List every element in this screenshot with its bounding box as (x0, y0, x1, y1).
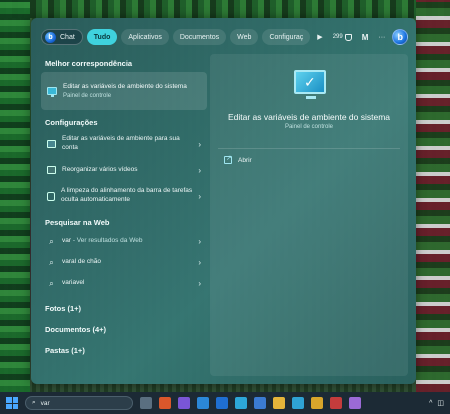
store-icon[interactable] (292, 397, 304, 409)
media-player-icon[interactable] (330, 397, 342, 409)
wallpaper-left (0, 0, 30, 392)
web-item-label: variavel (62, 279, 85, 287)
control-panel-icon (47, 87, 57, 97)
pen-tool-icon[interactable] (216, 397, 228, 409)
filter-aplicativos[interactable]: Aplicativos (121, 29, 169, 45)
search-icon: ⌕ (49, 278, 54, 288)
filter-chat[interactable]: b Chat (41, 29, 83, 45)
web-item-label: var - Ver resultados da Web (62, 237, 143, 245)
network-icon[interactable]: ◫ (437, 399, 444, 407)
search-icon: ⌕ (32, 399, 36, 406)
detail-title: Editar as variáveis de ambiente do siste… (227, 112, 391, 122)
web-item-varal[interactable]: ⌕ varal de chão › (41, 252, 207, 273)
settings-item-label: Reorganizar vários vídeos (62, 165, 138, 173)
search-panel: b Chat Tudo Aplicativos Documentos Web C… (31, 18, 416, 384)
web-heading: Pesquisar na Web (45, 218, 110, 227)
chevron-right-icon[interactable]: › (198, 166, 201, 175)
chevron-right-icon[interactable]: › (198, 237, 201, 246)
filter-chat-label: Chat (60, 33, 75, 41)
app-icon[interactable] (159, 397, 171, 409)
chevron-right-icon[interactable]: › (198, 140, 201, 149)
task-view-icon[interactable] (140, 397, 152, 409)
settings-item-videos[interactable]: Reorganizar vários vídeos › (41, 157, 207, 183)
wallpaper-right (416, 0, 450, 392)
account-initial[interactable]: M (359, 33, 372, 42)
settings-app-icon[interactable] (254, 397, 266, 409)
monitor-icon (47, 140, 56, 148)
wallpaper-top (0, 0, 450, 18)
open-label: Abrir (238, 156, 252, 164)
chevron-right-icon[interactable]: › (198, 258, 201, 267)
chevron-right-icon[interactable]: › (198, 192, 201, 201)
taskbar: ⌕ var ^ ◫ (0, 392, 450, 414)
best-match-subtitle: Painel de controle (63, 92, 112, 99)
settings-heading: Configurações (45, 118, 98, 127)
search-icon: ⌕ (49, 257, 54, 267)
taskbar-icon (47, 191, 55, 201)
filter-documentos[interactable]: Documentos (172, 29, 227, 45)
filter-bar: b Chat Tudo Aplicativos Documentos Web C… (41, 28, 408, 46)
web-item-var[interactable]: ⌕ var - Ver resultados da Web › (41, 231, 207, 252)
taskbar-search-value: var (40, 399, 50, 407)
chevron-right-icon[interactable]: › (198, 279, 201, 288)
windows-start-icon[interactable] (6, 397, 18, 409)
more-icon[interactable]: ··· (375, 34, 388, 41)
teams-icon[interactable] (178, 397, 190, 409)
results-list: Melhor correspondência Editar as variáve… (39, 54, 209, 384)
detail-pane: ✓ Editar as variáveis de ambiente do sis… (210, 54, 408, 376)
control-panel-large-icon: ✓ (294, 70, 326, 94)
trophy-icon (344, 33, 352, 41)
group-fotos[interactable]: Fotos (1+) (45, 304, 209, 313)
points-value: 299 (332, 34, 343, 40)
divider (218, 148, 400, 149)
settings-item-label: A limpeza do alinhamento da barra de tar… (61, 187, 193, 203)
web-item-label: varal de chão (62, 258, 102, 266)
play-more-icon[interactable]: ▶ (314, 33, 325, 41)
detail-subtitle: Painel de controle (284, 124, 334, 130)
bing-icon: b (45, 31, 56, 43)
bing-chat-icon[interactable]: b (392, 29, 408, 45)
best-match-item[interactable]: Editar as variáveis de ambiente do siste… (41, 72, 207, 110)
monitor-stand (306, 96, 316, 99)
group-documentos[interactable]: Documentos (4+) (45, 325, 209, 334)
filter-configuracoes[interactable]: Configuraç (262, 29, 311, 45)
filter-web[interactable]: Web (230, 29, 259, 45)
chrome-icon[interactable] (311, 397, 323, 409)
group-pastas[interactable]: Pastas (1+) (45, 346, 209, 355)
best-match-title: Editar as variáveis de ambiente do siste… (63, 83, 187, 91)
web-item-variavel[interactable]: ⌕ variavel › (41, 273, 207, 294)
system-tray: ^ ◫ (429, 399, 450, 408)
edge-icon[interactable] (235, 397, 247, 409)
chevron-up-icon[interactable]: ^ (429, 400, 432, 407)
settings-item-env-account[interactable]: Editar as variáveis de ambiente para sua… (41, 131, 207, 157)
search-icon: ⌕ (49, 236, 54, 246)
display-icon (47, 166, 56, 174)
open-icon (224, 154, 232, 164)
outlook-icon[interactable] (197, 397, 209, 409)
file-explorer-icon[interactable] (273, 397, 285, 409)
settings-item-label: Editar as variáveis de ambiente para sua… (62, 135, 180, 151)
taskbar-search-input[interactable]: ⌕ var (25, 396, 133, 410)
settings-item-taskbar[interactable]: A limpeza do alinhamento da barra de tar… (41, 183, 207, 209)
best-match-heading: Melhor correspondência (45, 59, 133, 68)
rewards-points[interactable]: 299 (330, 33, 355, 41)
open-action[interactable]: Abrir (224, 154, 252, 164)
filter-tudo[interactable]: Tudo (86, 29, 118, 45)
app-icon[interactable] (349, 397, 361, 409)
